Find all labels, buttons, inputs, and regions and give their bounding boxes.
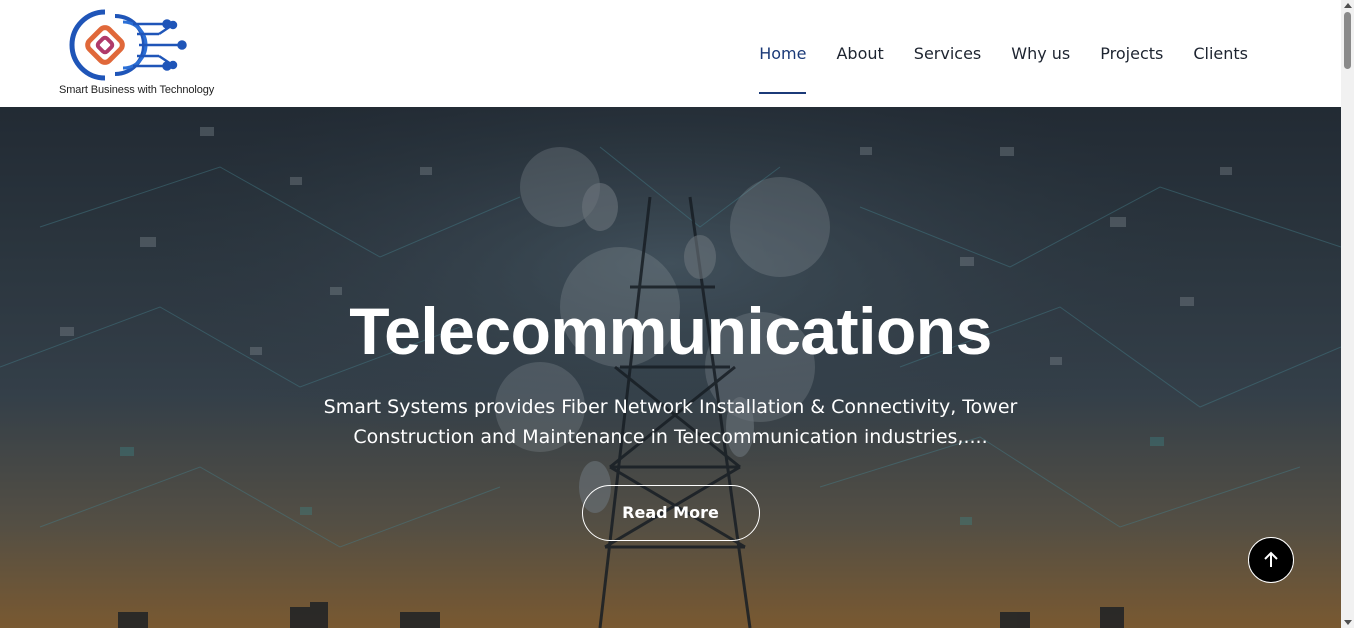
hero-title: Telecommunications xyxy=(349,294,992,368)
main-nav: Home About Services Why us Projects Clie… xyxy=(744,0,1263,107)
back-to-top-button[interactable] xyxy=(1248,537,1294,583)
scroll-up-arrow-icon[interactable] xyxy=(1344,3,1352,8)
nav-services[interactable]: Services xyxy=(899,0,996,107)
logo[interactable]: Smart Business with Technology xyxy=(57,6,217,102)
circuit-logo-icon xyxy=(69,9,187,81)
nav-projects[interactable]: Projects xyxy=(1085,0,1178,107)
hero-content: Telecommunications Smart Systems provide… xyxy=(0,292,1341,541)
nav-why-us[interactable]: Why us xyxy=(996,0,1085,107)
hero-banner: Telecommunications Smart Systems provide… xyxy=(0,107,1341,628)
nav-clients[interactable]: Clients xyxy=(1178,0,1263,107)
hero-description: Smart Systems provides Fiber Network Ins… xyxy=(323,396,1018,448)
scrollbar-thumb[interactable] xyxy=(1344,12,1351,69)
site-header: Smart Business with Technology Home Abou… xyxy=(0,0,1341,107)
nav-about[interactable]: About xyxy=(821,0,898,107)
read-more-button[interactable]: Read More xyxy=(581,485,760,541)
page: Smart Business with Technology Home Abou… xyxy=(0,0,1354,628)
arrow-up-icon xyxy=(1264,551,1278,567)
scroll-down-arrow-icon[interactable] xyxy=(1344,620,1352,625)
logo-tagline: Smart Business with Technology xyxy=(59,84,215,96)
page-scrollbar[interactable] xyxy=(1341,0,1354,628)
nav-home[interactable]: Home xyxy=(744,0,821,107)
